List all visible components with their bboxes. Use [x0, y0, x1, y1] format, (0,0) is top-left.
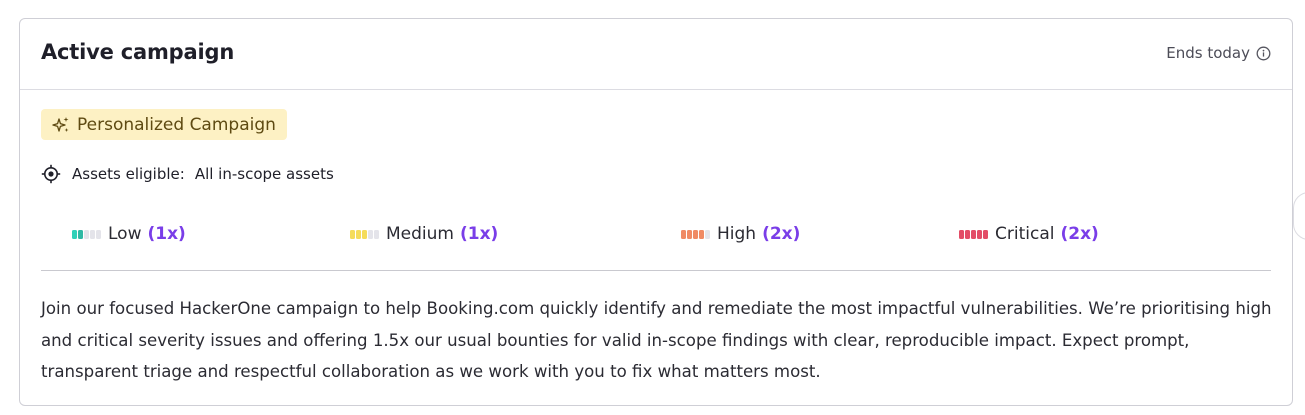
- assets-label: Assets eligible:: [72, 165, 185, 183]
- severity-multiplier: (2x): [762, 224, 801, 244]
- card-title: Active campaign: [41, 40, 235, 64]
- severity-bar-segment: [84, 229, 89, 239]
- severity-multiplier: (2x): [1060, 224, 1099, 244]
- severity-bar-segment: [693, 229, 698, 239]
- severity-bar-segment: [681, 229, 686, 239]
- campaign-description: Join our focused HackerOne campaign to h…: [41, 299, 1272, 381]
- severity-bar-segment: [350, 229, 355, 239]
- severity-bar-segment: [368, 229, 373, 239]
- severity-multiplier: (1x): [459, 224, 499, 244]
- severity-bar-segment: [983, 229, 988, 239]
- severity-low: Low (1x): [72, 224, 186, 244]
- severity-multiplier: (1x): [147, 224, 186, 244]
- badge-label: Personalized Campaign: [77, 114, 276, 135]
- personalized-campaign-badge: Personalized Campaign: [41, 109, 287, 140]
- severity-multipliers: Low (1x) Medium (1x) High (2x) Critical …: [20, 224, 1292, 246]
- target-icon: [41, 164, 61, 184]
- sparkle-icon: [51, 115, 71, 135]
- severity-medium: Medium (1x): [350, 224, 498, 244]
- card-header: Active campaign Ends today: [20, 19, 1292, 90]
- assets-eligible: Assets eligible: All in-scope assets: [41, 164, 334, 184]
- ends-indicator[interactable]: Ends today: [1166, 44, 1271, 62]
- severity-bar-segment: [78, 229, 83, 239]
- severity-bars-icon: [72, 229, 101, 239]
- severity-bar-segment: [374, 229, 379, 239]
- side-panel-handle[interactable]: [1293, 192, 1305, 240]
- severity-label: Low: [108, 224, 142, 244]
- severity-bar-segment: [959, 229, 964, 239]
- active-campaign-card: Active campaign Ends today Personalized …: [19, 18, 1293, 406]
- severity-bars-icon: [350, 229, 379, 239]
- severity-bar-segment: [687, 229, 692, 239]
- severity-bar-segment: [705, 229, 710, 239]
- severity-bar-segment: [72, 229, 77, 239]
- severity-bar-segment: [362, 229, 367, 239]
- severity-bar-segment: [965, 229, 970, 239]
- severity-bar-segment: [90, 229, 95, 239]
- divider: [41, 270, 1271, 271]
- severity-label: High: [717, 224, 757, 244]
- severity-bar-segment: [977, 229, 982, 239]
- severity-high: High (2x): [681, 224, 800, 244]
- severity-bars-icon: [959, 229, 988, 239]
- severity-label: Critical: [995, 224, 1055, 244]
- severity-bar-segment: [356, 229, 361, 239]
- severity-bar-segment: [699, 229, 704, 239]
- severity-bars-icon: [681, 229, 710, 239]
- severity-bar-segment: [96, 229, 101, 239]
- ends-label: Ends today: [1166, 44, 1250, 62]
- severity-bar-segment: [971, 229, 976, 239]
- severity-critical: Critical (2x): [959, 224, 1099, 244]
- info-icon[interactable]: [1256, 46, 1271, 61]
- assets-value: All in-scope assets: [194, 165, 334, 183]
- severity-label: Medium: [386, 224, 454, 244]
